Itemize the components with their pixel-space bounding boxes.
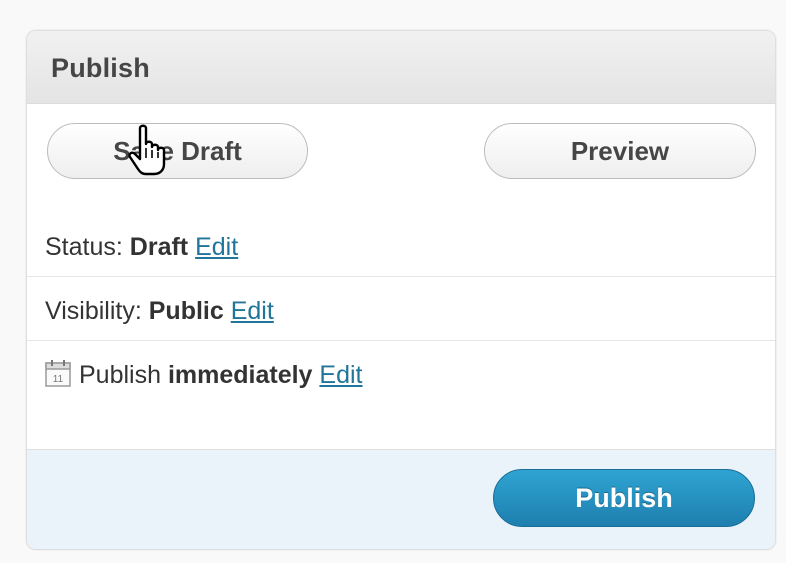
status-row: Status: Draft Edit: [27, 233, 775, 277]
calendar-icon: 11: [45, 360, 71, 387]
visibility-row: Visibility: Public Edit: [27, 297, 775, 341]
visibility-edit-link[interactable]: Edit: [231, 297, 274, 325]
schedule-edit-link[interactable]: Edit: [319, 361, 362, 389]
publish-button[interactable]: Publish: [493, 469, 755, 527]
schedule-label: Publish: [79, 361, 161, 389]
schedule-row: 11 Publish immediately Edit: [27, 359, 775, 403]
preview-button[interactable]: Preview: [484, 123, 756, 179]
visibility-value: Public: [148, 297, 224, 325]
status-label: Status:: [45, 233, 123, 261]
publish-box-title: Publish: [51, 53, 150, 83]
hand-pointer-cursor: [128, 124, 166, 176]
save-draft-button[interactable]: Save Draft: [47, 123, 308, 179]
schedule-value: immediately: [167, 361, 313, 389]
publish-box: Publish Save Draft Preview Status: Draft…: [26, 30, 776, 550]
visibility-label: Visibility:: [45, 297, 142, 325]
publish-box-header: Publish: [27, 31, 775, 104]
calendar-day-number: 11: [53, 374, 64, 385]
status-edit-link[interactable]: Edit: [195, 233, 238, 261]
status-value: Draft: [129, 233, 189, 261]
